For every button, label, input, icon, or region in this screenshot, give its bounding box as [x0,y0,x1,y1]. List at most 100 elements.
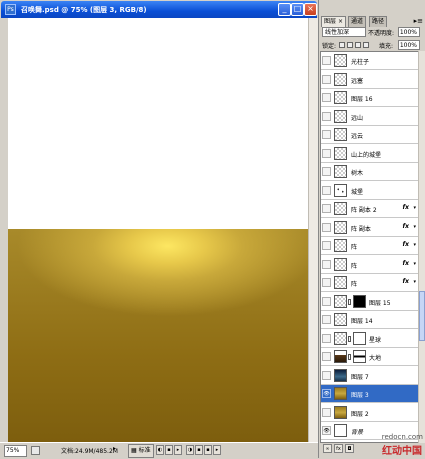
fx-icon[interactable]: fx [403,260,409,267]
lock-transparent-icon[interactable] [339,42,345,48]
eye-icon[interactable] [322,75,331,84]
eye-icon[interactable] [322,315,331,324]
canvas-vertical-scrollbar[interactable] [308,18,318,442]
layer-name[interactable]: 图层 15 [369,298,391,307]
layer-row[interactable]: 光柱子 [321,52,418,70]
layer-name[interactable]: 城堡 [351,187,363,196]
mask-link-icon[interactable] [348,299,351,305]
screen-mode-icon[interactable]: ◐ [156,445,164,455]
layer-name[interactable]: 大地 [369,353,381,362]
eye-icon[interactable]: 👁 [322,389,331,398]
tab-layers[interactable]: 图层 × [321,16,346,27]
fx-expand-icon[interactable]: ▾ [413,242,416,248]
jump-to-icon[interactable]: ▸ [213,445,221,455]
screen-mode-icon-3[interactable]: ▸ [174,445,182,455]
document-titlebar[interactable]: Ps 召唤舞.psd @ 75% (图层 3, RGB/8) _ □ × [1,1,317,18]
layer-row[interactable]: 大地 [321,348,418,366]
fx-expand-icon[interactable]: ▾ [413,205,416,211]
layer-row[interactable]: 阵 fx ▾ [321,237,418,255]
blend-mode-select[interactable]: 线性加深 [322,27,366,37]
layer-row[interactable]: 树木 [321,163,418,181]
full-screen-icon-2[interactable]: ▪ [195,445,203,455]
layers-scrollbar[interactable] [418,51,425,443]
tab-channels[interactable]: 通道 [348,16,367,27]
layer-name[interactable]: 图层 2 [351,409,369,418]
eye-icon[interactable] [322,149,331,158]
layer-row[interactable]: 阵 fx ▾ [321,256,418,274]
layer-row[interactable]: 阵 副本 2 fx ▾ [321,200,418,218]
layer-name[interactable]: 图层 3 [351,390,369,399]
tab-close-icon[interactable]: × [338,18,343,25]
layer-row[interactable]: 阵 fx ▾ [321,274,418,292]
fx-expand-icon[interactable]: ▾ [413,279,416,285]
layer-name[interactable]: 树木 [351,168,363,177]
layer-name[interactable]: 远塞 [351,76,363,85]
layer-name[interactable]: 阵 副本 2 [351,205,377,214]
full-screen-icon[interactable]: ◑ [186,445,194,455]
layer-name[interactable]: 阵 [351,242,357,251]
layer-name[interactable]: 山上的城堡 [351,150,381,159]
layer-mask-thumbnail[interactable] [353,295,366,308]
eye-icon[interactable] [322,408,331,417]
layer-row[interactable]: 远塞 [321,71,418,89]
layer-name[interactable]: 远云 [351,131,363,140]
zoom-field[interactable]: 75% [4,445,27,457]
layer-row[interactable]: 图层 7 [321,367,418,385]
status-menu-arrow-icon[interactable]: ▸ [113,445,116,452]
eye-icon[interactable] [322,223,331,232]
tab-paths[interactable]: 路径 [369,16,388,27]
maximize-button[interactable]: □ [291,3,304,16]
add-style-icon[interactable]: fx [334,444,343,453]
fx-icon[interactable]: fx [403,204,409,211]
eye-icon[interactable] [322,334,331,343]
eye-icon[interactable] [322,130,331,139]
layer-row[interactable]: 远山 [321,108,418,126]
fx-expand-icon[interactable]: ▾ [413,261,416,267]
eye-icon[interactable] [322,278,331,287]
lock-position-icon[interactable] [355,42,361,48]
eye-icon[interactable]: 👁 [322,426,331,435]
mask-link-icon[interactable] [348,336,351,342]
panel-menu-icon[interactable]: ▸≡ [414,17,423,25]
standard-mode-button[interactable]: ▦ 标准 [128,444,154,458]
layer-name[interactable]: 光柱子 [351,57,369,66]
layer-name[interactable]: 星球 [369,335,381,344]
layer-row[interactable]: 阵 副本 fx ▾ [321,219,418,237]
link-layers-icon[interactable]: ∞ [323,444,332,453]
eye-icon[interactable] [322,241,331,250]
eye-icon[interactable] [322,204,331,213]
canvas[interactable] [8,18,309,442]
eye-icon[interactable] [322,260,331,269]
layer-row[interactable]: 👁 图层 3 [321,385,418,403]
eye-icon[interactable] [322,186,331,195]
fill-field[interactable]: 100% [398,40,420,50]
eye-icon[interactable] [322,93,331,102]
full-screen-icon-3[interactable]: ▪ [204,445,212,455]
layer-name[interactable]: 图层 14 [351,316,373,325]
fx-icon[interactable]: fx [403,223,409,230]
layer-row[interactable]: 星球 [321,330,418,348]
layer-mask-thumbnail[interactable] [353,332,366,345]
status-info-icon[interactable] [31,446,40,455]
layer-name[interactable]: 阵 [351,279,357,288]
layer-name[interactable]: 阵 副本 [351,224,371,233]
layer-row[interactable]: 图层 15 [321,293,418,311]
lock-pixels-icon[interactable] [347,42,353,48]
eye-icon[interactable] [322,56,331,65]
layers-scroll-thumb[interactable] [419,291,425,341]
eye-icon[interactable] [322,167,331,176]
eye-icon[interactable] [322,297,331,306]
layer-name[interactable]: 远山 [351,113,363,122]
minimize-button[interactable]: _ [278,3,291,16]
close-button[interactable]: × [304,3,317,16]
mask-link-icon[interactable] [348,354,351,360]
layer-name[interactable]: 阵 [351,261,357,270]
fx-expand-icon[interactable]: ▾ [413,224,416,230]
eye-icon[interactable] [322,352,331,361]
layer-row[interactable]: 山上的城堡 [321,145,418,163]
layer-mask-thumbnail[interactable] [353,350,366,363]
layer-name[interactable]: 图层 7 [351,372,369,381]
eye-icon[interactable] [322,112,331,121]
layer-row[interactable]: 远云 [321,126,418,144]
eye-icon[interactable] [322,371,331,380]
